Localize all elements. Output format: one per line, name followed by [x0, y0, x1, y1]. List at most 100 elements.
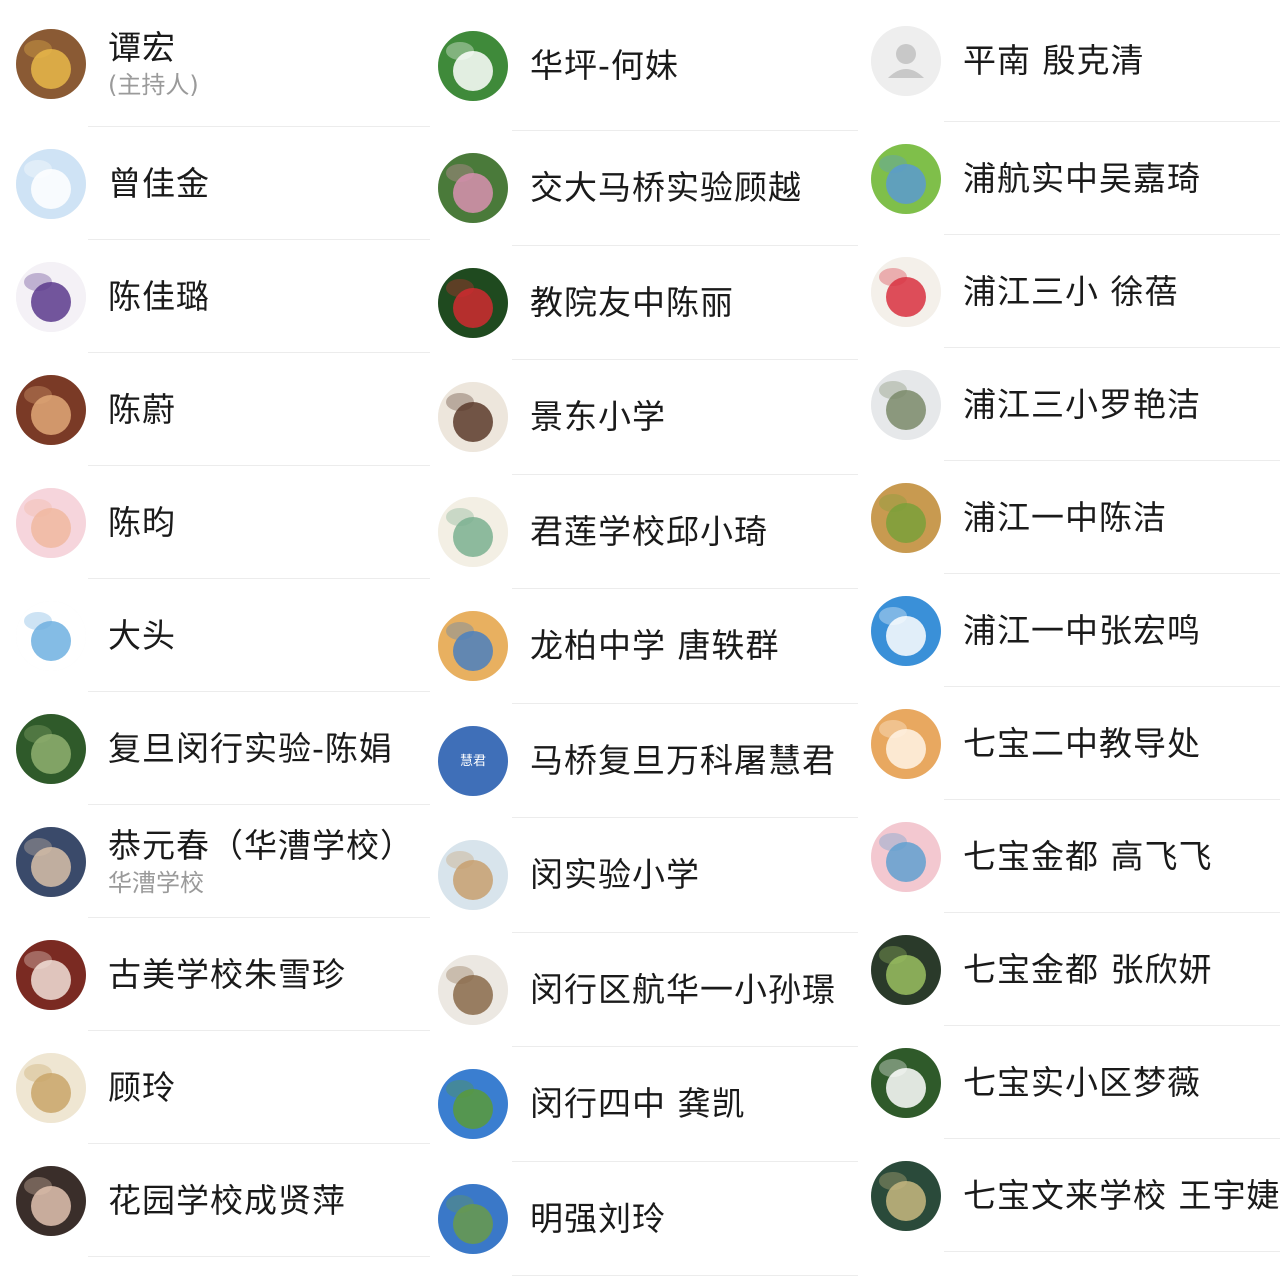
avatar	[438, 611, 508, 682]
participant-row[interactable]: 交大马桥实验顾越	[430, 131, 858, 246]
participant-info: 闵实验小学	[530, 855, 700, 895]
participant-info: 七宝金都 高飞飞	[963, 837, 1213, 877]
svg-text:慧君: 慧君	[460, 753, 486, 769]
avatar	[16, 374, 86, 445]
participant-row[interactable]: 七宝金都 高飞飞	[858, 800, 1280, 913]
participant-row[interactable]: 浦江三小罗艳洁	[858, 348, 1280, 461]
participant-row[interactable]: 景东小学	[430, 360, 858, 475]
avatar	[16, 148, 86, 219]
hands-photo-avatar	[16, 939, 86, 1010]
participant-info: 平南 殷克清	[963, 41, 1145, 81]
garden-photo-avatar	[438, 153, 508, 224]
baby-photo-avatar	[16, 487, 86, 558]
participant-name: 龙柏中学 唐轶群	[530, 626, 780, 666]
participant-name: 君莲学校邱小琦	[530, 511, 768, 551]
participant-name: 顾玲	[108, 1067, 176, 1107]
participant-info: 闵行区航华一小孙璟	[530, 970, 836, 1010]
avatar: 慧君	[438, 725, 508, 796]
participant-row[interactable]: 花园学校成贤萍	[0, 1144, 430, 1257]
participant-name: 花园学校成贤萍	[108, 1180, 346, 1220]
branch-plate-avatar	[438, 382, 508, 453]
participant-row[interactable]: 闵行区航华一小孙璟	[430, 933, 858, 1048]
participant-row[interactable]: 顾玲	[0, 1031, 430, 1144]
participant-row[interactable]: 古美学校朱雪珍	[0, 918, 430, 1031]
participant-row[interactable]: 陈蔚	[0, 353, 430, 466]
participant-row[interactable]: 谭宏 (主持人)	[0, 0, 430, 127]
participant-name: 陈佳璐	[108, 276, 210, 316]
participant-row[interactable]: 七宝二中教导处	[858, 687, 1280, 800]
participant-info: 马桥复旦万科屠慧君	[530, 741, 836, 781]
straw-hat-avatar	[438, 840, 508, 911]
participant-name: 闵行四中 龚凯	[530, 1084, 746, 1124]
meadow-avatar	[871, 143, 941, 214]
participant-name: 马桥复旦万科屠慧君	[530, 740, 836, 780]
avatar	[16, 487, 86, 558]
participant-row[interactable]: 复旦闵行实验-陈娟	[0, 692, 430, 805]
avatar	[438, 267, 508, 338]
participant-row[interactable]: 浦江一中陈洁	[858, 461, 1280, 574]
avatar	[16, 826, 86, 897]
participant-name: 陈蔚	[108, 389, 176, 429]
participant-info: 龙柏中学 唐轶群	[530, 626, 780, 666]
dog-with-rose-avatar	[871, 256, 941, 327]
participant-row[interactable]: 闵行四中 龚凯	[430, 1047, 858, 1162]
blossom-branch-avatar	[871, 369, 941, 440]
avatar	[871, 708, 941, 779]
participant-name: 陈昀	[108, 502, 176, 542]
doll-girl-avatar	[16, 374, 86, 445]
participant-row[interactable]: 陈昀	[0, 466, 430, 579]
avatar	[16, 261, 86, 332]
avatar	[438, 153, 508, 224]
participant-row[interactable]: 浦航实中吴嘉琦	[858, 122, 1280, 235]
participant-row[interactable]: 大头	[0, 579, 430, 692]
grassland-sky-avatar	[438, 1069, 508, 1140]
participant-name: 教院友中陈丽	[530, 282, 734, 322]
sticker-collage-avatar	[871, 821, 941, 892]
participant-name: 平南 殷克清	[963, 41, 1145, 80]
avatar	[438, 840, 508, 911]
participant-name: 交大马桥实验顾越	[530, 168, 802, 208]
participant-info: 陈佳璐	[108, 277, 210, 317]
participant-name: 闵实验小学	[530, 855, 700, 895]
avatar	[438, 1183, 508, 1254]
participant-info: 教院友中陈丽	[530, 283, 734, 323]
participant-info: 浦江三小罗艳洁	[963, 385, 1201, 425]
participant-row[interactable]: 七宝文来学校 王宇婕	[858, 1139, 1280, 1252]
participant-name: 浦江三小罗艳洁	[963, 384, 1201, 424]
participant-info: 谭宏 (主持人)	[108, 28, 199, 100]
participant-name: 七宝二中教导处	[963, 723, 1201, 763]
participant-row[interactable]: 七宝金都 张欣妍	[858, 913, 1280, 1026]
participant-row[interactable]: 浦江一中张宏鸣	[858, 574, 1280, 687]
participant-list: 谭宏 (主持人) 曾佳金 陈佳璐 陈蔚 陈昀 大头 复旦闵行实验-陈娟 恭元春（华…	[0, 0, 1280, 1280]
participant-row[interactable]: 华坪-何妹	[430, 0, 858, 131]
avatar	[871, 143, 941, 214]
participant-row[interactable]: 君莲学校邱小琦	[430, 475, 858, 590]
participant-row[interactable]: 陈佳璐	[0, 240, 430, 353]
participant-name: 七宝实小区梦薇	[963, 1062, 1201, 1102]
avatar	[871, 26, 941, 96]
participant-row[interactable]: 浦江三小 徐蓓	[858, 235, 1280, 348]
participant-row[interactable]: 明强刘玲	[430, 1162, 858, 1277]
participant-info: 景东小学	[530, 397, 666, 437]
participant-row[interactable]: 慧君 马桥复旦万科屠慧君	[430, 704, 858, 819]
zen-stones-avatar	[871, 934, 941, 1005]
participant-row[interactable]: 平南 殷克清	[858, 0, 1280, 122]
participant-info: 七宝二中教导处	[963, 724, 1201, 764]
participant-row[interactable]: 闵实验小学	[430, 818, 858, 933]
participant-info: 顾玲	[108, 1068, 176, 1108]
woman-standing-avatar	[438, 954, 508, 1025]
avatar	[871, 369, 941, 440]
participant-row[interactable]: 曾佳金	[0, 127, 430, 240]
avatar	[871, 1047, 941, 1118]
participant-info: 浦航实中吴嘉琦	[963, 159, 1201, 199]
participant-row[interactable]: 龙柏中学 唐轶群	[430, 589, 858, 704]
participant-column-3: 平南 殷克清 浦航实中吴嘉琦 浦江三小 徐蓓 浦江三小罗艳洁 浦江一中陈洁 浦江…	[858, 0, 1280, 1280]
participant-row[interactable]: 恭元春（华漕学校） 华漕学校	[0, 805, 430, 918]
white-flowers-avatar	[871, 1047, 941, 1118]
participant-row[interactable]: 教院友中陈丽	[430, 246, 858, 361]
participant-name: 华坪-何妹	[530, 45, 679, 85]
tea-cup-avatar	[871, 482, 941, 553]
avatar	[438, 496, 508, 567]
participant-row[interactable]: 七宝实小区梦薇	[858, 1026, 1280, 1139]
participant-name: 曾佳金	[108, 163, 210, 203]
